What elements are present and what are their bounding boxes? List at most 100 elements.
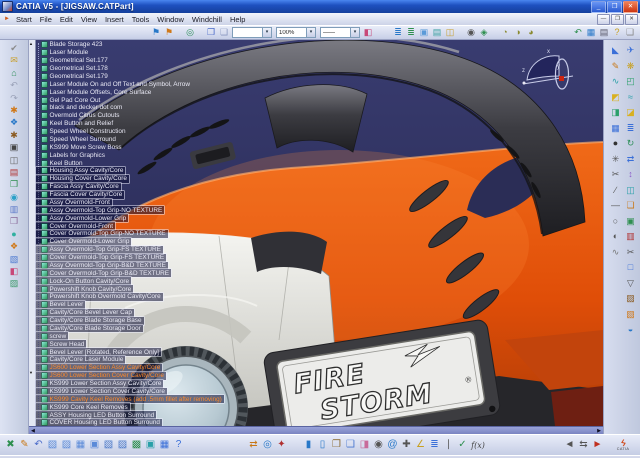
exit-workbench-icon[interactable]: ✖ [4, 437, 17, 453]
menu-item[interactable]: File [36, 15, 56, 24]
curve-icon[interactable]: ∿ [610, 247, 622, 257]
arc-icon[interactable]: ◐ [610, 231, 622, 241]
undo-gray-icon[interactable]: ↶ [8, 80, 20, 90]
menu-item[interactable]: Windchill [188, 15, 226, 24]
help-doc-icon[interactable]: ? [172, 437, 185, 453]
tree-item[interactable]: Cover Overmold-Top Grip-FS TEXTURE [36, 254, 166, 262]
box-icon[interactable]: ❑ [344, 437, 357, 453]
extract-icon[interactable]: ❏ [625, 200, 637, 210]
tree-item[interactable]: Cavity/Core Laser Module [36, 356, 125, 364]
magnifier-icon[interactable]: ◎ [184, 27, 196, 38]
tree-item[interactable]: screw [36, 332, 68, 340]
trim-scissors-icon[interactable]: ✂ [610, 169, 622, 179]
split-icon[interactable]: ▥ [625, 231, 637, 241]
macro-pause-icon[interactable]: ◑ [512, 27, 524, 38]
tree-item[interactable]: Cover Overmold-Front [36, 222, 115, 230]
graph-tree-green-icon[interactable]: ≣ [405, 27, 417, 38]
capture-icon[interactable]: ▣ [418, 27, 430, 38]
tree-item[interactable]: Powershift Knob Overmold Cavity/Core [36, 293, 163, 301]
boundary-icon[interactable]: □ [625, 262, 637, 272]
swap-space-icon[interactable]: ⇄ [247, 437, 260, 453]
circle-icon[interactable]: ○ [610, 216, 622, 226]
new-window-icon[interactable]: ❐ [205, 27, 217, 38]
tree-item[interactable]: KS999 Core Keel Removes [36, 403, 130, 411]
fill-icon[interactable]: ◪ [625, 107, 637, 117]
line-icon[interactable]: ∕ [610, 185, 622, 195]
hole-icon[interactable]: ▣ [88, 437, 101, 453]
cyan-drop-icon[interactable]: ◉ [8, 192, 20, 202]
tree-item[interactable]: black and decker dot com [36, 104, 124, 112]
red-panel-icon[interactable]: ▤ [8, 167, 20, 177]
tree-item[interactable]: Cavity/Core Bevel Lever Cap [36, 309, 134, 317]
paint-properties-icon[interactable]: ◧ [362, 27, 374, 38]
sketch-pencil-icon[interactable]: ✎ [610, 61, 622, 71]
green-book-icon[interactable]: ❐ [8, 179, 20, 189]
tree-item[interactable]: Housing Assy Cavity/Core [36, 167, 125, 175]
plane-icon[interactable]: ◣ [610, 45, 622, 55]
color-combo[interactable]: ▾ [232, 27, 272, 38]
axis-icon[interactable]: ✚ [400, 437, 413, 453]
check-icon[interactable]: ✔ [8, 43, 20, 53]
mdi-restore-button[interactable]: ❐ [611, 14, 624, 25]
home-icon[interactable]: ⌂ [8, 68, 20, 78]
paint-icon[interactable]: ◧ [8, 266, 20, 276]
tree-item[interactable]: Keel Button and Relief [36, 120, 115, 128]
tree-item[interactable]: Cover Overmold-Top Grip-NO TEXTURE [36, 230, 168, 238]
pad-icon[interactable]: ▧ [46, 437, 59, 453]
frame-photo-icon[interactable]: ▣ [8, 142, 20, 152]
save-icon[interactable]: ▦ [585, 27, 597, 38]
blend-icon[interactable]: ≣ [625, 123, 637, 133]
point-icon[interactable]: ● [610, 138, 622, 148]
measure-angle-icon[interactable]: ∠ [414, 437, 427, 453]
join-icon[interactable]: ▣ [625, 216, 637, 226]
tree-item[interactable]: Housing Cover Cavity/Core [36, 175, 129, 183]
speaker-icon[interactable]: ◄ [563, 437, 576, 453]
trim-icon[interactable]: ✂ [625, 247, 637, 257]
mail-icon[interactable]: ✉ [8, 55, 20, 65]
spline-icon[interactable]: ∿ [610, 76, 622, 86]
grid-icon[interactable]: ▦ [158, 437, 171, 453]
sphere-icon[interactable]: ● [8, 229, 20, 239]
magnify-globe-icon[interactable]: ◎ [261, 437, 274, 453]
tree-item[interactable]: ASSY Housing LED Button Surround [36, 411, 156, 419]
tree-item[interactable]: KS999 Lower Section Assy Cavity/Core [36, 380, 163, 388]
extrude-icon[interactable]: ▧ [625, 309, 637, 319]
close-button[interactable]: ✕ [623, 1, 638, 13]
tree-item[interactable]: Cavity/Core Blade Storage Base [36, 317, 144, 325]
minimize-button[interactable]: _ [591, 1, 606, 13]
surface-yellow-icon[interactable]: ◩ [610, 92, 622, 102]
search-binoculars-icon[interactable]: ◉ [465, 27, 477, 38]
tile-window-icon[interactable]: ❏ [218, 27, 230, 38]
connections-icon[interactable]: ⇆ [577, 437, 590, 453]
redo-gray-icon[interactable]: ↷ [8, 93, 20, 103]
at-icon[interactable]: @ [386, 437, 399, 453]
tree-item[interactable]: Laser Module Offsets, Core Surface [36, 88, 153, 96]
select-icon[interactable]: ◈ [478, 27, 490, 38]
horizontal-scrollbar[interactable]: ◀ ▶ [29, 426, 603, 434]
macro-play-icon[interactable]: ◕ [525, 27, 537, 38]
stiffener-icon[interactable]: ▨ [116, 437, 129, 453]
chamfer-cube-icon[interactable]: ▣ [144, 437, 157, 453]
menu-item[interactable]: View [77, 15, 101, 24]
layers-icon[interactable]: ▨ [8, 278, 20, 288]
tree-item[interactable]: JS600 Lower Section Assy Cavity/Core [36, 364, 162, 372]
tree-item[interactable]: Assy Overmold-Top Grip-NO TEXTURE [36, 206, 164, 214]
tree-item[interactable]: Assy Overmold-Top Grip-B&D TEXTURE [36, 262, 168, 270]
viewport-3d[interactable]: FIRE STORM ® [29, 40, 603, 434]
rotate-icon[interactable]: ↻ [625, 138, 637, 148]
tree-item[interactable]: Laser Module [36, 49, 90, 57]
formula-fx-icon[interactable]: f(x) [469, 441, 487, 450]
graph-tree-blue-icon[interactable]: ≣ [392, 27, 404, 38]
tree-item[interactable]: KS999 Move Screw Boss [36, 143, 124, 151]
sweep-icon[interactable]: ❋ [625, 61, 637, 71]
view-compass[interactable]: x y z [521, 46, 577, 104]
tree-item[interactable]: KS999 Lower Section Cover Cavity/Core [36, 388, 167, 396]
quilt-icon[interactable]: ▦ [610, 123, 622, 133]
tree-item[interactable]: Powershift Knob Cavity/Core [36, 285, 133, 293]
fly-mode-icon[interactable]: ✈ [625, 45, 637, 55]
menu-item[interactable]: Insert [101, 15, 128, 24]
tree-item[interactable]: Cavity/Core Blade Storage Door [36, 325, 143, 333]
gear-orange-icon[interactable]: ✱ [8, 105, 20, 115]
gear-brown-icon[interactable]: ✱ [8, 130, 20, 140]
tree-item[interactable]: Cover Overmold-Top Grip-B&D TEXTURE [36, 269, 171, 277]
